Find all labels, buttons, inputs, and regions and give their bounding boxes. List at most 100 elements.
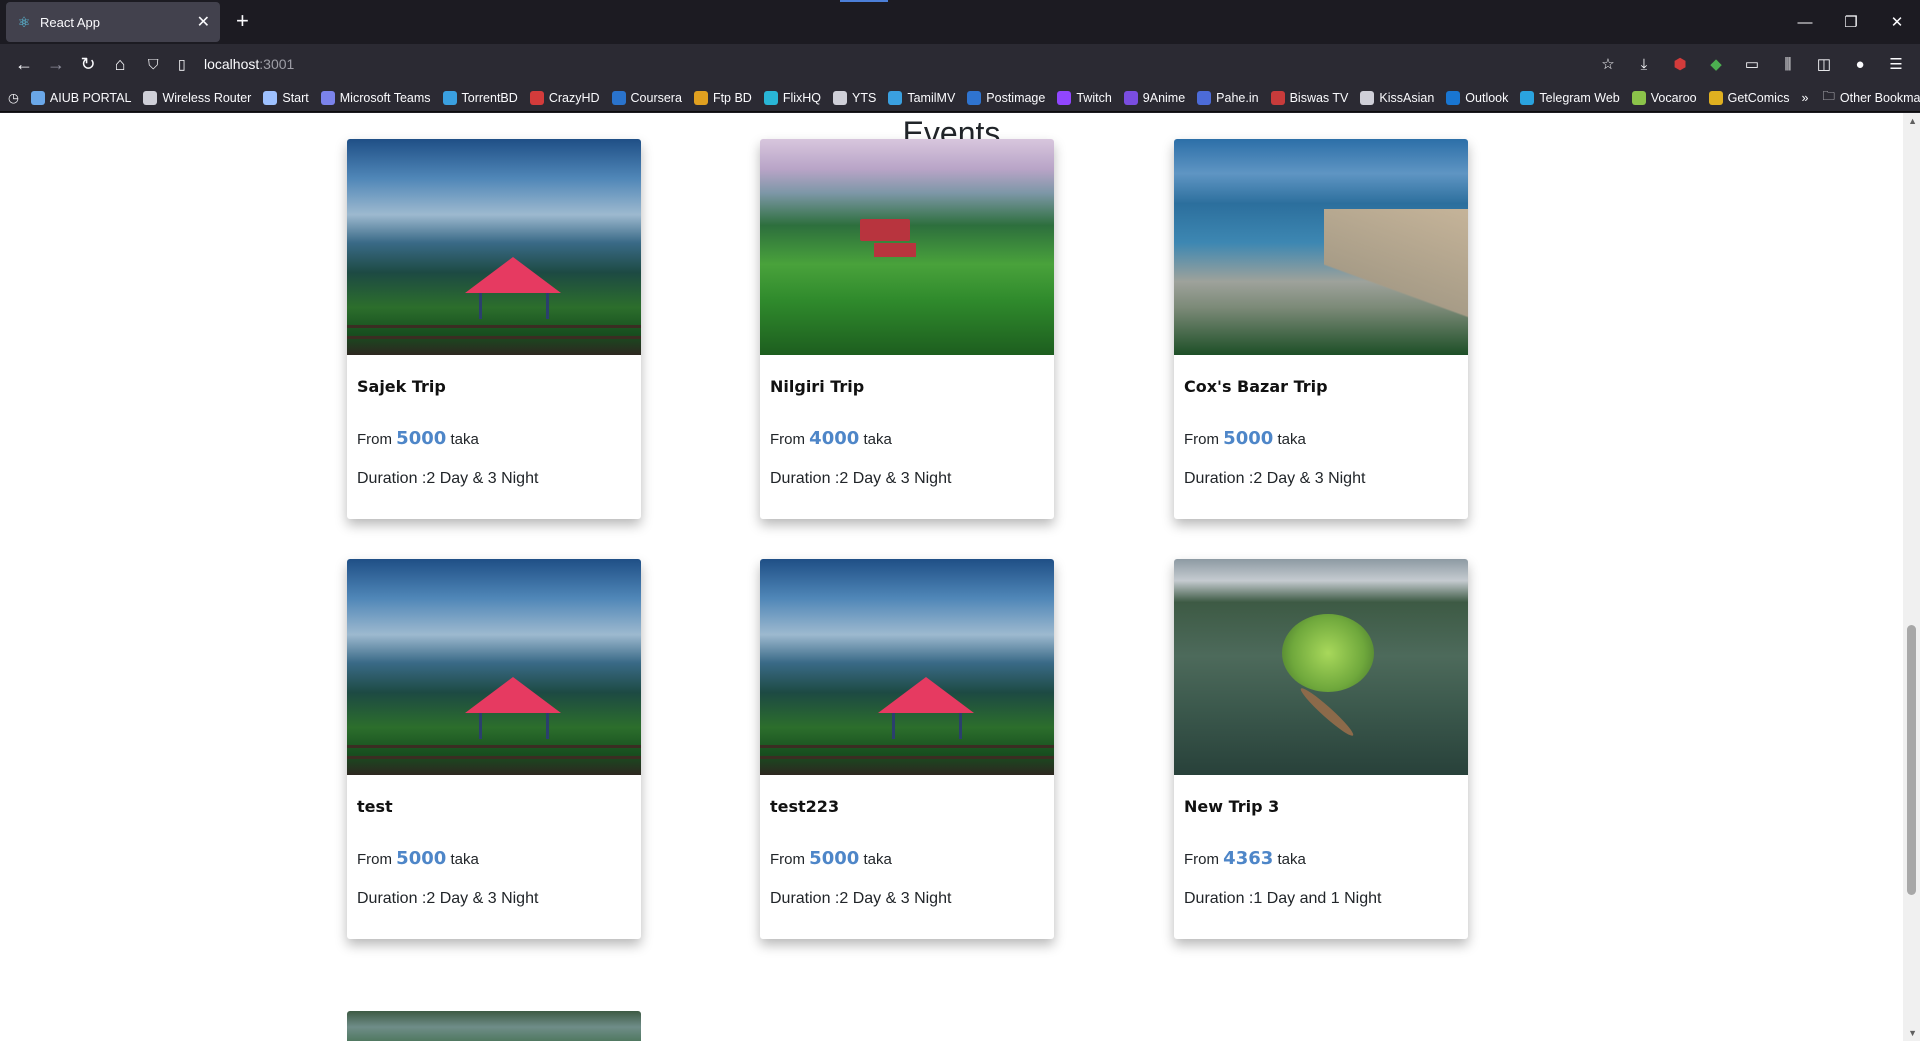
bookmark-favicon-icon bbox=[1520, 90, 1535, 105]
chevron-more-icon[interactable]: » bbox=[1801, 91, 1808, 105]
bookmark-favicon-icon bbox=[320, 90, 335, 105]
gazebo-base bbox=[479, 293, 549, 319]
bookmark-item[interactable]: 9Anime bbox=[1123, 90, 1186, 105]
close-tab-icon[interactable]: ✕ bbox=[197, 12, 210, 32]
minimize-icon[interactable]: — bbox=[1782, 0, 1828, 44]
scroll-up-icon[interactable]: ▲ bbox=[1908, 116, 1917, 126]
event-card[interactable]: test223 From 5000 taka Duration :2 Day &… bbox=[760, 559, 1054, 939]
reload-button[interactable]: ↻ bbox=[72, 48, 104, 80]
bookmark-item[interactable]: Ftp BD bbox=[693, 90, 752, 105]
event-card[interactable]: Nilgiri Trip From 4000 taka Duration :2 … bbox=[760, 139, 1054, 519]
bookmark-label: Microsoft Teams bbox=[339, 90, 431, 105]
bookmark-item[interactable]: Biswas TV bbox=[1270, 90, 1348, 105]
fence bbox=[347, 325, 641, 339]
bookmark-star-icon[interactable]: ☆ bbox=[1592, 48, 1624, 80]
extension-icon[interactable]: ◆ bbox=[1700, 48, 1732, 80]
bookmark-label: Pahe.in bbox=[1216, 90, 1259, 105]
back-button[interactable]: ← bbox=[8, 48, 40, 80]
bookmark-favicon-icon bbox=[30, 90, 45, 105]
bookmark-favicon-icon bbox=[833, 90, 848, 105]
other-bookmarks-folder[interactable]: 🗀 Other Bookmarks bbox=[1822, 87, 1920, 108]
event-image bbox=[347, 559, 641, 775]
bookmark-favicon-icon bbox=[967, 90, 982, 105]
event-name: New Trip 3 bbox=[1184, 797, 1280, 816]
library-icon[interactable]: ⫼ bbox=[1772, 48, 1804, 80]
bookmark-item[interactable]: TamilMV bbox=[888, 90, 955, 105]
event-duration: Duration :2 Day & 3 Night bbox=[357, 470, 539, 487]
restore-icon[interactable]: ❐ bbox=[1828, 0, 1874, 44]
bookmark-favicon-icon bbox=[888, 90, 903, 105]
bookmark-favicon-icon bbox=[1631, 90, 1646, 105]
page-icon[interactable]: ▯ bbox=[178, 56, 194, 73]
shield-icon[interactable]: ⛉ bbox=[148, 56, 168, 73]
event-duration: Duration :2 Day & 3 Night bbox=[770, 890, 952, 907]
event-card[interactable]: New Trip 3 From 4363 taka Duration :1 Da… bbox=[1174, 559, 1468, 939]
bookmark-favicon-icon bbox=[1708, 90, 1723, 105]
scrollbar-thumb[interactable] bbox=[1907, 625, 1916, 895]
bookmark-item[interactable]: CrazyHD bbox=[529, 90, 600, 105]
url-bar[interactable]: ⛉ ▯ localhost:3001 bbox=[140, 48, 1592, 80]
bookmark-item[interactable]: TorrentBD bbox=[442, 90, 518, 105]
tab-react-app[interactable]: ⚛ React App ✕ bbox=[6, 2, 220, 42]
download-icon[interactable]: ⤓ bbox=[1628, 48, 1660, 80]
event-price: From 5000 taka bbox=[1184, 428, 1306, 449]
event-card[interactable]: Sajek Trip From 5000 taka Duration :2 Da… bbox=[347, 139, 641, 519]
account-avatar-icon[interactable]: ● bbox=[1844, 48, 1876, 80]
page-scrollbar[interactable]: ▲ ▼ bbox=[1903, 113, 1920, 1041]
bookmark-label: Ftp BD bbox=[712, 90, 752, 105]
bookmark-item[interactable]: FlixHQ bbox=[763, 90, 821, 105]
bookmark-item[interactable]: Vocaroo bbox=[1631, 90, 1697, 105]
bookmark-item[interactable]: AIUB PORTAL bbox=[30, 90, 131, 105]
gazebo-roof bbox=[878, 677, 974, 713]
bookmark-favicon-icon bbox=[1270, 90, 1285, 105]
bookmark-item[interactable]: Telegram Web bbox=[1520, 90, 1620, 105]
event-card[interactable]: Cox's Bazar Trip From 5000 taka Duration… bbox=[1174, 139, 1468, 519]
event-image bbox=[1174, 559, 1468, 775]
bookmark-label: Start bbox=[282, 90, 309, 105]
event-card-partial[interactable] bbox=[347, 1011, 641, 1041]
ublock-icon[interactable]: ⬢ bbox=[1664, 48, 1696, 80]
window-controls: — ❐ ✕ bbox=[1782, 0, 1920, 44]
bookmark-item[interactable]: KissAsian bbox=[1360, 90, 1434, 105]
event-card[interactable]: test From 5000 taka Duration :2 Day & 3 … bbox=[347, 559, 641, 939]
bookmark-favicon-icon bbox=[1057, 90, 1072, 105]
sidebar-icon[interactable]: ◫ bbox=[1808, 48, 1840, 80]
event-name: test bbox=[357, 797, 393, 816]
event-name: test223 bbox=[770, 797, 840, 816]
bookmark-item[interactable]: Start bbox=[263, 90, 309, 105]
bookmark-item[interactable]: Coursera bbox=[611, 90, 682, 105]
other-bookmarks-label: Other Bookmarks bbox=[1839, 90, 1920, 105]
bookmark-label: 9Anime bbox=[1142, 90, 1186, 105]
forward-button[interactable]: → bbox=[40, 48, 72, 80]
new-tab-button[interactable]: + bbox=[236, 8, 249, 34]
window-close-icon[interactable]: ✕ bbox=[1874, 0, 1920, 44]
toolbar-actions: ☆ ⤓ ⬢ ◆ ▭ ⫼ ◫ ● ☰ bbox=[1592, 48, 1912, 80]
history-icon[interactable]: ◷ bbox=[8, 90, 19, 105]
scroll-down-icon[interactable]: ▼ bbox=[1908, 1028, 1917, 1038]
gazebo-roof bbox=[465, 257, 561, 293]
bookmark-item[interactable]: Wireless Router bbox=[143, 90, 251, 105]
bookmark-item[interactable]: Postimage bbox=[967, 90, 1045, 105]
bookmark-item[interactable]: YTS bbox=[833, 90, 876, 105]
fence bbox=[347, 745, 641, 759]
gazebo-roof bbox=[465, 677, 561, 713]
bookmark-label: Coursera bbox=[630, 90, 682, 105]
price-value: 5000 bbox=[396, 848, 447, 869]
bookmark-item[interactable]: Microsoft Teams bbox=[320, 90, 431, 105]
island-tree bbox=[1282, 614, 1374, 692]
navigation-toolbar: ← → ↻ ⌂ ⛉ ▯ localhost:3001 ☆ ⤓ ⬢ ◆ ▭ ⫼ ◫… bbox=[0, 44, 1920, 84]
bookmark-favicon-icon bbox=[693, 90, 708, 105]
bookmark-item[interactable]: Pahe.in bbox=[1197, 90, 1259, 105]
bookmark-item[interactable]: GetComics bbox=[1708, 90, 1789, 105]
url-port: :3001 bbox=[259, 56, 295, 72]
extension-2-icon[interactable]: ▭ bbox=[1736, 48, 1768, 80]
tab-indicator bbox=[840, 0, 888, 2]
price-value: 5000 bbox=[396, 428, 447, 449]
bookmark-item[interactable]: Outlook bbox=[1446, 90, 1508, 105]
tab-title: React App bbox=[40, 14, 100, 30]
event-price: From 5000 taka bbox=[770, 848, 892, 869]
menu-icon[interactable]: ☰ bbox=[1880, 48, 1912, 80]
bookmark-item[interactable]: Twitch bbox=[1057, 90, 1112, 105]
bookmark-favicon-icon bbox=[1360, 90, 1375, 105]
home-button[interactable]: ⌂ bbox=[104, 48, 136, 80]
